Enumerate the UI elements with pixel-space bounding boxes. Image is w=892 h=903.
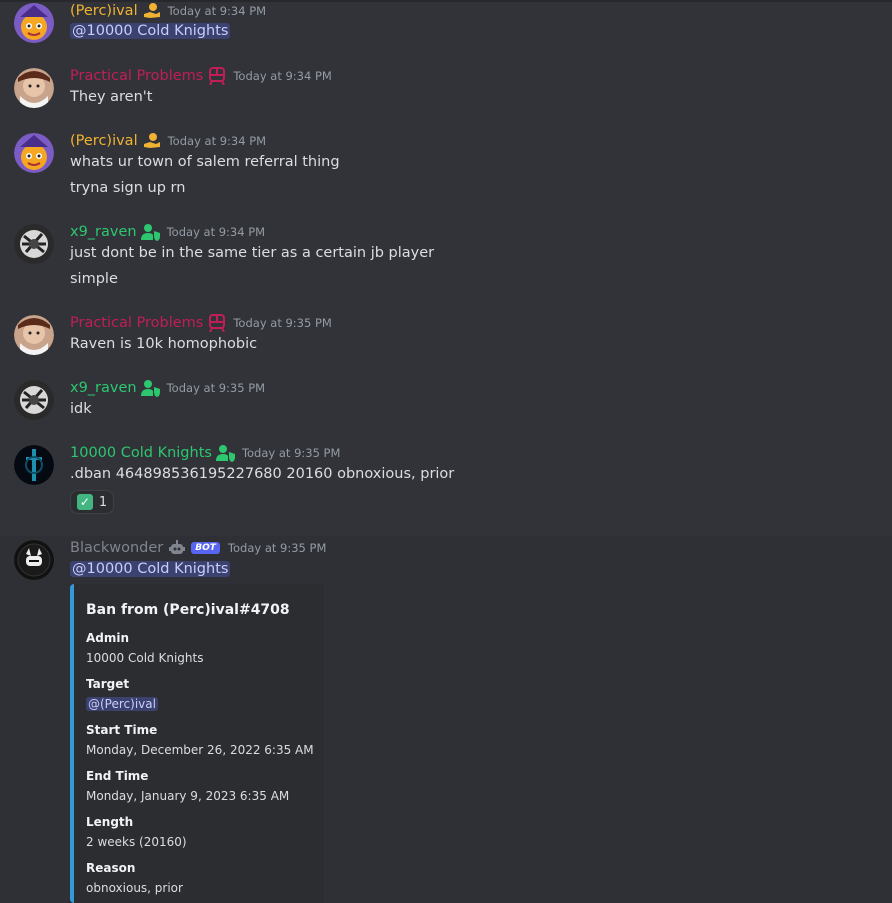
message-text: whats ur town of salem referral thing	[70, 154, 340, 170]
user-mention[interactable]: @(Perc)ival	[86, 697, 158, 711]
username[interactable]: x9_raven	[70, 224, 137, 240]
moderator-icon	[140, 379, 161, 397]
field-value-target: @(Perc)ival	[86, 697, 158, 711]
username[interactable]: Practical Problems	[70, 315, 203, 331]
field-name-target: Target	[86, 677, 130, 691]
ban-embed: Ban from (Perc)ival#4708 Admin 10000 Col…	[70, 584, 324, 903]
message-text: .dban 464898536195227680 20160 obnoxious…	[70, 466, 455, 482]
avatar-blackwonder[interactable]	[14, 540, 54, 580]
field-name-start-time: Start Time	[86, 723, 158, 737]
message-text: just dont be in the same tier as a certa…	[70, 245, 435, 261]
username[interactable]: x9_raven	[70, 380, 137, 396]
timestamp: Today at 9:35 PM	[166, 381, 266, 395]
moderator-icon	[215, 444, 236, 462]
timestamp: Today at 9:35 PM	[233, 316, 332, 330]
field-name-length: Length	[86, 815, 134, 829]
username[interactable]: Practical Problems	[70, 68, 203, 84]
timestamp: Today at 9:35 PM	[241, 446, 341, 460]
field-name-end-time: End Time	[86, 769, 149, 783]
message-text: idk	[70, 401, 92, 417]
hand-coin-icon	[142, 132, 162, 150]
field-value-end-time: Monday, January 9, 2023 6:35 AM	[86, 789, 290, 803]
bot-badge: BOT	[191, 542, 220, 554]
avatar-practical-problems[interactable]	[14, 68, 54, 108]
field-value-start-time: Monday, December 26, 2022 6:35 AM	[86, 743, 314, 757]
timestamp: Today at 9:35 PM	[227, 541, 327, 555]
field-value-reason: obnoxious, prior	[86, 881, 183, 895]
message-text: simple	[70, 271, 118, 287]
train-icon	[207, 314, 227, 333]
robot-icon	[167, 539, 187, 557]
timestamp: Today at 9:34 PM	[233, 69, 332, 83]
avatar-x9-raven[interactable]	[14, 380, 54, 420]
message-text: Raven is 10k homophobic	[70, 336, 258, 352]
moderator-icon	[140, 223, 161, 241]
message-text: tryna sign up rn	[70, 180, 186, 196]
hand-coin-icon	[142, 2, 162, 20]
field-name-reason: Reason	[86, 861, 136, 875]
username[interactable]: (Perc)ival	[70, 3, 138, 19]
reaction-button[interactable]: ✓ 1	[70, 490, 114, 514]
username[interactable]: 10000 Cold Knights	[70, 445, 212, 461]
avatar-x9-raven[interactable]	[14, 224, 54, 264]
avatar-practical-problems[interactable]	[14, 315, 54, 355]
field-value-length: 2 weeks (20160)	[86, 835, 187, 849]
avatar-percival[interactable]	[14, 133, 54, 173]
user-mention[interactable]: @10000 Cold Knights	[70, 561, 231, 577]
user-mention[interactable]: @10000 Cold Knights	[70, 23, 231, 39]
timestamp: Today at 9:34 PM	[166, 225, 266, 239]
message-text: @10000 Cold Knights	[70, 23, 231, 39]
field-name-admin: Admin	[86, 631, 130, 645]
avatar-percival[interactable]	[14, 3, 54, 43]
timestamp: Today at 9:34 PM	[167, 134, 267, 148]
embed-title: Ban from (Perc)ival#4708	[86, 602, 290, 618]
username[interactable]: Blackwonder	[70, 540, 163, 556]
reaction-count: 1	[98, 494, 108, 510]
timestamp: Today at 9:34 PM	[167, 4, 267, 18]
train-icon	[207, 67, 227, 86]
avatar-10000-cold-knights[interactable]	[14, 445, 54, 485]
field-value-admin: 10000 Cold Knights	[86, 651, 204, 665]
username[interactable]: (Perc)ival	[70, 133, 138, 149]
message-text: They aren't	[70, 89, 153, 105]
message-text: @10000 Cold Knights	[70, 561, 231, 577]
check-mark-icon: ✓	[76, 494, 93, 510]
